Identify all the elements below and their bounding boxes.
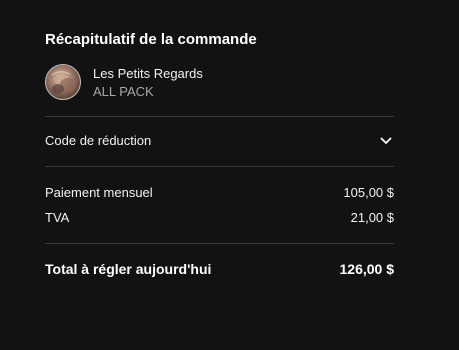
- total-row: Total à régler aujourd'hui 126,00 $: [45, 261, 394, 281]
- divider: [45, 243, 394, 244]
- discount-code-toggle[interactable]: Code de réduction: [45, 117, 394, 165]
- line-item-value: 21,00 $: [350, 210, 394, 225]
- line-item-monthly-payment: Paiement mensuel 105,00 $: [45, 185, 394, 203]
- line-item-value: 105,00 $: [343, 185, 394, 200]
- product-variant: ALL PACK: [93, 84, 154, 99]
- divider: [45, 166, 394, 167]
- total-value: 126,00 $: [339, 261, 395, 277]
- total-label: Total à régler aujourd'hui: [45, 261, 212, 277]
- chevron-down-icon: [380, 137, 392, 144]
- line-item-label: TVA: [45, 210, 70, 225]
- line-item-tax: TVA 21,00 $: [45, 210, 394, 228]
- line-item-label: Paiement mensuel: [45, 185, 153, 200]
- discount-code-label: Code de réduction: [45, 133, 152, 148]
- product-thumbnail: [45, 64, 81, 100]
- product-name: Les Petits Regards: [93, 66, 203, 81]
- product-item: Les Petits Regards ALL PACK: [45, 64, 394, 104]
- order-summary-title: Récapitulatif de la commande: [45, 31, 257, 48]
